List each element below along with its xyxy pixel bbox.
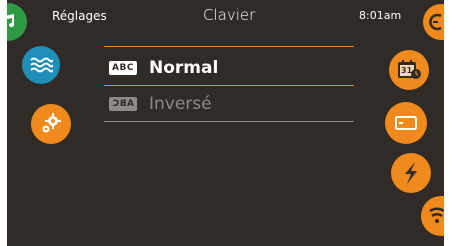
clock-button[interactable] xyxy=(423,4,444,40)
water-icon xyxy=(29,56,53,74)
wifi-button[interactable] xyxy=(421,196,444,236)
lightning-icon xyxy=(402,161,420,185)
option-normal[interactable]: ABC Normal xyxy=(109,55,218,81)
calendar-day: 31 xyxy=(401,66,413,75)
option-divider-middle xyxy=(104,85,354,86)
back-label[interactable]: Réglages xyxy=(52,9,107,23)
page-title: Clavier xyxy=(203,6,256,24)
option-inverse-label: Inversé xyxy=(149,94,212,114)
abc-badge-icon: ABC xyxy=(109,61,137,75)
keyboard-button[interactable] xyxy=(385,102,427,144)
option-divider-top xyxy=(104,46,354,47)
option-normal-label: Normal xyxy=(149,58,219,78)
settings-gear-icon xyxy=(39,112,63,136)
keyboard-settings-screen: Réglages Clavier 8:01am ABC Normal ABC I… xyxy=(7,0,444,246)
clock: 8:01am xyxy=(359,9,402,22)
water-button[interactable] xyxy=(22,46,60,84)
music-icon xyxy=(7,12,18,32)
calendar-clock-icon: 31 xyxy=(396,59,422,81)
mirrored-abc-badge-icon: ABC xyxy=(109,97,137,111)
option-divider-bottom xyxy=(104,121,354,122)
power-button[interactable] xyxy=(391,153,431,193)
settings-button[interactable] xyxy=(31,104,71,144)
keyboard-icon xyxy=(395,116,417,130)
option-inverse[interactable]: ABC Inversé xyxy=(109,91,212,117)
music-button[interactable] xyxy=(7,3,27,41)
wifi-icon xyxy=(429,207,444,225)
clock-arrow-icon xyxy=(429,13,443,31)
calendar-button[interactable]: 31 xyxy=(389,50,429,90)
